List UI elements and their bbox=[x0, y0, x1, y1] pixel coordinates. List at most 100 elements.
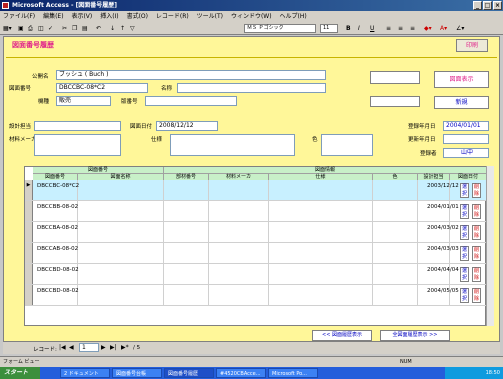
table-cell[interactable] bbox=[373, 180, 418, 200]
new-record-button[interactable]: 新規 bbox=[434, 96, 489, 109]
maximize-button[interactable]: □ bbox=[483, 1, 492, 10]
row-delete-button[interactable]: 削除 bbox=[472, 204, 481, 219]
table-cell[interactable] bbox=[78, 285, 164, 305]
table-row[interactable]: ▶ DBCCBC-08*C2 2003/12/12 選択 削除 bbox=[25, 180, 487, 201]
align-left-icon[interactable]: ≡ bbox=[386, 24, 391, 33]
table-cell[interactable] bbox=[164, 243, 209, 263]
table-row[interactable]: DBCCBD-08-02 2004/04/04 選択 削除 bbox=[25, 264, 487, 285]
cut-icon[interactable]: ✂ bbox=[62, 24, 67, 33]
reg-date-field[interactable]: 2004/01/01 bbox=[443, 121, 489, 131]
table-cell[interactable] bbox=[269, 243, 373, 263]
menu-window[interactable]: ウィンドウ(W) bbox=[228, 11, 275, 22]
menu-records[interactable]: レコード(R) bbox=[153, 11, 192, 22]
filter-button[interactable] bbox=[370, 71, 420, 84]
spell-icon[interactable]: ✓ bbox=[48, 24, 53, 33]
sort-desc-icon[interactable]: ↑ bbox=[120, 24, 125, 33]
size-select[interactable]: 11 bbox=[320, 24, 338, 33]
align-right-icon[interactable]: ≡ bbox=[410, 24, 415, 33]
task-powerpoint[interactable]: Microsoft Po... bbox=[268, 368, 318, 378]
drawing-no-field[interactable]: DBCCBC-08*C2 bbox=[56, 83, 148, 93]
design-field[interactable] bbox=[34, 121, 121, 131]
table-row[interactable]: DBCCBD-08-02 2004/05/05 選択 削除 bbox=[25, 285, 487, 306]
all-history-button[interactable]: 全図面履歴表示 >> bbox=[380, 330, 450, 341]
record-number-field[interactable]: 1 bbox=[79, 343, 99, 352]
row-delete-button[interactable]: 削除 bbox=[472, 288, 481, 303]
show-drawing-button[interactable]: 図面表示 bbox=[434, 71, 489, 88]
table-cell[interactable] bbox=[373, 285, 418, 305]
underline-icon[interactable]: U bbox=[370, 24, 374, 33]
start-button[interactable]: スタート bbox=[0, 367, 40, 379]
undo-icon[interactable]: ↶ bbox=[96, 24, 101, 33]
menu-file[interactable]: ファイル(F) bbox=[0, 11, 38, 22]
row-delete-button[interactable]: 削除 bbox=[472, 183, 481, 198]
font-color-icon[interactable]: A▾ bbox=[440, 24, 447, 33]
close-button[interactable]: × bbox=[493, 1, 502, 10]
next-record-icon[interactable]: ▶ bbox=[101, 343, 106, 352]
update-field[interactable] bbox=[443, 134, 489, 144]
row-select-button[interactable]: 選択 bbox=[460, 183, 469, 198]
date-field[interactable]: 2008/12/12 bbox=[156, 121, 218, 131]
minimize-button[interactable]: _ bbox=[473, 1, 482, 10]
owner-field[interactable]: 山中 bbox=[443, 148, 489, 158]
public-name-field[interactable]: ブッシュ ( Buch ) bbox=[56, 70, 326, 80]
menu-insert[interactable]: 挿入(I) bbox=[97, 11, 121, 22]
color-field[interactable] bbox=[321, 134, 373, 156]
blank-button[interactable] bbox=[370, 96, 420, 107]
table-cell[interactable] bbox=[164, 180, 209, 200]
fill-color-icon[interactable]: ◆▾ bbox=[424, 24, 432, 33]
prev-record-icon[interactable]: ◀ bbox=[69, 343, 74, 352]
save-icon[interactable]: ▣ bbox=[18, 24, 24, 33]
table-cell[interactable] bbox=[269, 201, 373, 221]
row-select-button[interactable]: 選択 bbox=[460, 225, 469, 240]
table-cell[interactable] bbox=[373, 201, 418, 221]
copy-icon[interactable]: ❐ bbox=[72, 24, 77, 33]
task-history[interactable]: 図面番号履歴 bbox=[164, 368, 214, 378]
model-field[interactable]: 販売 bbox=[56, 96, 111, 106]
spec-field[interactable] bbox=[170, 134, 295, 156]
table-cell[interactable] bbox=[78, 222, 164, 242]
table-cell[interactable] bbox=[373, 222, 418, 242]
menu-help[interactable]: ヘルプ(H) bbox=[277, 11, 310, 22]
table-cell[interactable] bbox=[373, 243, 418, 263]
row-selector[interactable] bbox=[25, 222, 33, 242]
table-cell[interactable] bbox=[269, 285, 373, 305]
menu-format[interactable]: 書式(O) bbox=[124, 11, 151, 22]
bold-icon[interactable]: B bbox=[346, 24, 351, 33]
table-cell[interactable] bbox=[209, 201, 269, 221]
row-selector[interactable] bbox=[25, 264, 33, 284]
menu-edit[interactable]: 編集(E) bbox=[40, 11, 66, 22]
font-select[interactable]: ＭＳ Ｐゴシック bbox=[244, 24, 316, 33]
table-row[interactable]: DBCCAB-08-02 2004/03/03 選択 削除 bbox=[25, 243, 487, 264]
table-cell[interactable] bbox=[209, 264, 269, 284]
table-cell[interactable] bbox=[269, 180, 373, 200]
row-selector[interactable] bbox=[25, 285, 33, 305]
table-cell[interactable] bbox=[78, 201, 164, 221]
version-field[interactable] bbox=[145, 96, 237, 106]
first-record-icon[interactable]: |◀ bbox=[59, 343, 66, 352]
table-cell[interactable] bbox=[209, 285, 269, 305]
menu-view[interactable]: 表示(V) bbox=[68, 11, 95, 22]
view-icon[interactable]: ▦▾ bbox=[3, 24, 12, 33]
task-ledger[interactable]: 図面番号台帳 bbox=[112, 368, 162, 378]
row-select-button[interactable]: 選択 bbox=[460, 204, 469, 219]
table-cell[interactable] bbox=[164, 222, 209, 242]
row-delete-button[interactable]: 削除 bbox=[472, 246, 481, 261]
row-select-button[interactable]: 選択 bbox=[460, 288, 469, 303]
subform-scrollbar[interactable] bbox=[486, 166, 494, 326]
menu-tools[interactable]: ツール(T) bbox=[194, 11, 226, 22]
table-row[interactable]: DBCCBB-08-02 2004/01/01 選択 削除 bbox=[25, 201, 487, 222]
table-cell[interactable] bbox=[209, 222, 269, 242]
task-access[interactable]: #4520CBAcce... bbox=[216, 368, 266, 378]
table-cell[interactable] bbox=[373, 264, 418, 284]
table-cell[interactable] bbox=[269, 264, 373, 284]
row-selector[interactable]: ▶ bbox=[25, 180, 33, 200]
row-delete-button[interactable]: 削除 bbox=[472, 225, 481, 240]
row-delete-button[interactable]: 削除 bbox=[472, 267, 481, 282]
table-cell[interactable] bbox=[209, 243, 269, 263]
history-show-button[interactable]: << 図面履歴表示 bbox=[312, 330, 372, 341]
task-documents[interactable]: 2 ドキュメント bbox=[60, 368, 110, 378]
line-color-icon[interactable]: ∠▾ bbox=[456, 24, 464, 33]
table-cell[interactable] bbox=[78, 264, 164, 284]
paste-icon[interactable]: ▤ bbox=[82, 24, 88, 33]
print-button[interactable]: 印刷 bbox=[456, 39, 488, 52]
